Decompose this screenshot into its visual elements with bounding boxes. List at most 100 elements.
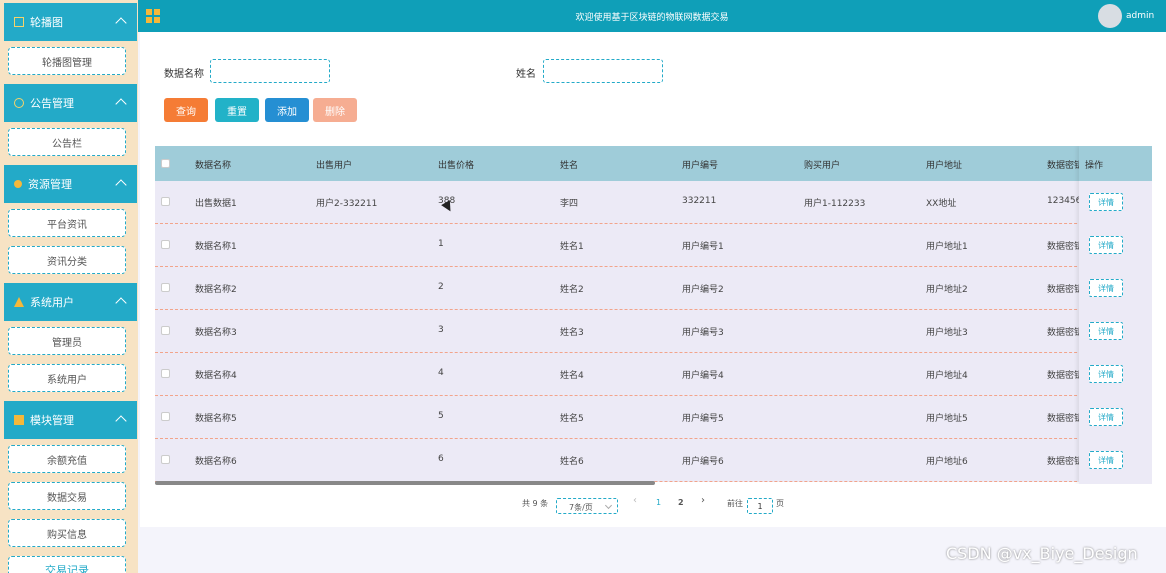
avatar[interactable] [1098, 4, 1122, 28]
table-cell: 用户地址5 [926, 414, 968, 424]
table-row[interactable]: 数据名称6 6 姓名6 用户编号6 用户地址6 数据密钥 [155, 439, 1152, 482]
detail-button[interactable]: 详情 [1089, 236, 1123, 254]
add-button[interactable]: 添加 [265, 98, 309, 122]
horizontal-scrollbar[interactable] [155, 481, 655, 485]
table-cell: 2 [438, 282, 444, 292]
detail-button[interactable]: 详情 [1089, 279, 1123, 297]
delete-button[interactable]: 删除 [313, 98, 357, 122]
goto-suffix: 页 [776, 499, 784, 508]
table-row[interactable]: 数据名称1 1 姓名1 用户编号1 用户地址1 数据密钥 [155, 224, 1152, 267]
column-header: 姓名 [560, 161, 579, 171]
info-icon [14, 98, 24, 108]
sidebar-item-recharge[interactable]: 余额充值 [8, 445, 126, 473]
detail-button[interactable]: 详情 [1089, 193, 1123, 211]
watermark: CSDN @vx_Biye_Design [946, 544, 1138, 563]
sidebar-item-platform-news[interactable]: 平台资讯 [8, 209, 126, 237]
table-cell: 4 [438, 368, 444, 378]
row-checkbox[interactable] [161, 369, 170, 378]
select-all-checkbox[interactable] [161, 159, 170, 168]
goto-prefix: 前往 [727, 499, 743, 508]
row-checkbox[interactable] [161, 455, 170, 464]
sidebar-group-module[interactable]: 模块管理 [4, 401, 137, 439]
table-cell: 数据名称1 [195, 242, 237, 252]
image-icon [14, 17, 24, 27]
page-size-select[interactable]: 7条/页 [556, 498, 618, 514]
page-1[interactable]: 1 [656, 498, 661, 507]
detail-button[interactable]: 详情 [1089, 322, 1123, 340]
sidebar-item-admin[interactable]: 管理员 [8, 327, 126, 355]
table-row[interactable]: 出售数据1 用户2-332211 388 李四 332211 用户1-112233 XX地址… [155, 181, 1152, 224]
table-cell: 姓名4 [560, 371, 584, 381]
table-cell: 5 [438, 411, 444, 421]
table-cell: 用户编号3 [682, 328, 724, 338]
table-cell: 数据密钥 [1047, 285, 1084, 295]
row-checkbox[interactable] [161, 412, 170, 421]
sidebar-item-trade-record[interactable]: 交易记录 [8, 556, 126, 573]
page-size-value: 7条/页 [569, 503, 593, 512]
table-row[interactable]: 数据名称3 3 姓名3 用户编号3 用户地址3 数据密钥 [155, 310, 1152, 353]
search-label-data-name: 数据名称 [164, 69, 204, 80]
data-table: 数据名称 出售用户 出售价格 姓名 用户编号 购买用户 用户地址 数据密钥 操作… [155, 146, 1152, 484]
column-header: 出售用户 [316, 161, 353, 171]
sidebar-item-news-category[interactable]: 资讯分类 [8, 246, 126, 274]
table-row[interactable]: 数据名称2 2 姓名2 用户编号2 用户地址2 数据密钥 [155, 267, 1152, 310]
table-cell: 数据名称2 [195, 285, 237, 295]
table-cell: 姓名3 [560, 328, 584, 338]
sidebar-item-notice-board[interactable]: 公告栏 [8, 128, 126, 156]
table-cell: 用户编号4 [682, 371, 724, 381]
sidebar-item-carousel-manage[interactable]: 轮播图管理 [8, 47, 126, 75]
table-cell: 数据名称5 [195, 414, 237, 424]
query-button[interactable]: 查询 [164, 98, 208, 122]
pin-icon [14, 180, 22, 188]
table-row[interactable]: 数据名称4 4 姓名4 用户编号4 用户地址4 数据密钥 [155, 353, 1152, 396]
goto-page-input[interactable]: 1 [747, 498, 773, 514]
table-cell: XX地址 [926, 199, 957, 209]
table-cell: 数据密钥 [1047, 414, 1084, 424]
table-cell: 姓名6 [560, 457, 584, 467]
chevron-up-icon [115, 179, 127, 191]
next-page-icon[interactable]: › [701, 495, 705, 506]
table-cell: 李四 [560, 199, 579, 209]
sidebar-group-carousel[interactable]: 轮播图 [4, 3, 137, 41]
sidebar-group-label: 系统用户 [30, 296, 74, 309]
table-row[interactable]: 数据名称5 5 姓名5 用户编号5 用户地址5 数据密钥 [155, 396, 1152, 439]
row-checkbox[interactable] [161, 326, 170, 335]
row-checkbox[interactable] [161, 283, 170, 292]
table-cell: 用户2-332211 [316, 199, 378, 209]
column-header: 数据名称 [195, 161, 232, 171]
detail-button[interactable]: 详情 [1089, 408, 1123, 426]
sidebar-item-purchase-info[interactable]: 购买信息 [8, 519, 126, 547]
sidebar-group-system-user[interactable]: 系统用户 [4, 283, 137, 321]
row-checkbox[interactable] [161, 197, 170, 206]
column-header: 出售价格 [438, 161, 475, 171]
app-title: 欢迎使用基于区块链的物联网数据交易 [575, 13, 729, 23]
table-cell: 用户1-112233 [804, 199, 866, 209]
sidebar-group-notice[interactable]: 公告管理 [4, 84, 137, 122]
column-header: 用户编号 [682, 161, 719, 171]
chevron-up-icon [115, 297, 127, 309]
table-cell: 1 [438, 239, 444, 249]
username[interactable]: admin [1126, 11, 1154, 21]
detail-button[interactable]: 详情 [1089, 365, 1123, 383]
table-cell: 用户地址3 [926, 328, 968, 338]
sidebar-item-system-user[interactable]: 系统用户 [8, 364, 126, 392]
sidebar-group-label: 资源管理 [28, 178, 72, 191]
table-cell: 数据密钥 [1047, 242, 1084, 252]
table-cell: 用户编号5 [682, 414, 724, 424]
row-checkbox[interactable] [161, 240, 170, 249]
page-2[interactable]: 2 [678, 498, 684, 507]
prev-page-icon[interactable]: ‹ [633, 495, 637, 506]
table-cell: 姓名2 [560, 285, 584, 295]
search-input-data-name[interactable] [210, 59, 330, 83]
table-cell: 用户编号2 [682, 285, 724, 295]
sidebar-item-data-trade[interactable]: 数据交易 [8, 482, 126, 510]
sidebar: 轮播图 轮播图管理 公告管理 公告栏 资源管理 平台资讯 资讯分类 系统用户 管… [0, 0, 138, 573]
column-header: 用户地址 [926, 161, 963, 171]
column-header: 购买用户 [804, 161, 841, 171]
search-input-name[interactable] [543, 59, 663, 83]
table-cell: 用户地址6 [926, 457, 968, 467]
reset-button[interactable]: 重置 [215, 98, 259, 122]
main-content: 数据名称 姓名 查询 重置 添加 删除 数据名称 出售用户 出售价格 姓名 用户… [140, 32, 1166, 527]
sidebar-group-resource[interactable]: 资源管理 [4, 165, 137, 203]
detail-button[interactable]: 详情 [1089, 451, 1123, 469]
